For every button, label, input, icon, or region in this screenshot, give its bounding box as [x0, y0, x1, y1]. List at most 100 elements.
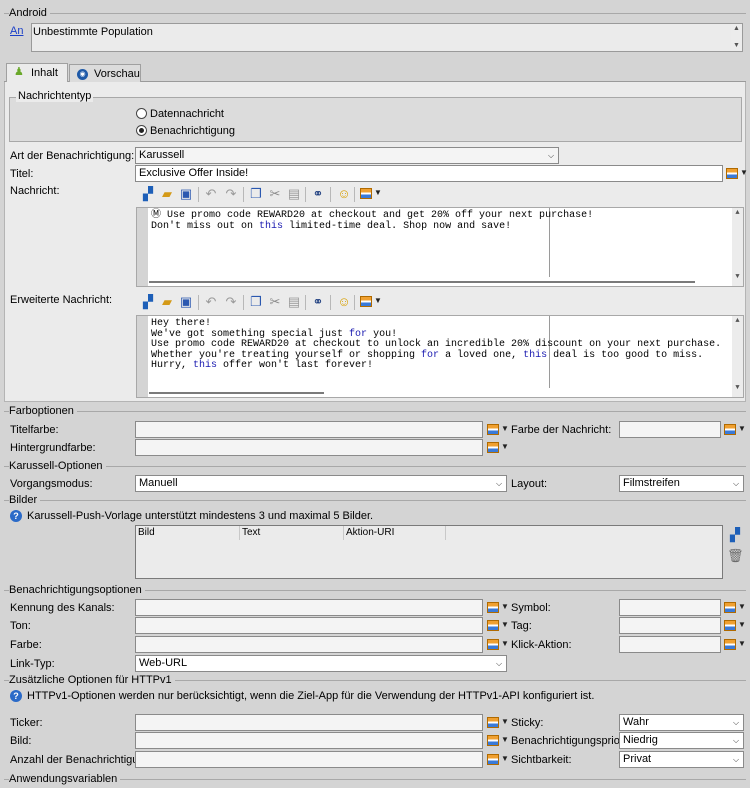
hintergrund-input[interactable] [135, 439, 483, 456]
redo-icon[interactable]: ↷ [223, 186, 239, 202]
klick-input[interactable] [619, 636, 721, 653]
prio-select[interactable]: Niedrig ⌵ [619, 732, 744, 749]
personalize-icon [724, 620, 736, 631]
farbe-input[interactable] [135, 636, 483, 653]
bild-personalize-button[interactable]: ▼ [487, 733, 509, 749]
linktyp-select[interactable]: Web-URL ⌵ [135, 655, 507, 672]
emoji-icon[interactable]: ☺ [336, 294, 352, 310]
bilder-table[interactable]: Bild Text Aktion-URI [135, 525, 723, 579]
open-folder-icon[interactable]: ▰ [159, 294, 175, 310]
cut-icon[interactable]: ✂ [267, 186, 283, 202]
personalize-icon [487, 639, 499, 650]
symbol-input[interactable] [619, 599, 721, 616]
erweitert-toolbar: ▞ ▰ ▣ ↶ ↷ ❐ ✂ ▤ ⚭ ☺ ▼ [140, 294, 400, 314]
undo-icon[interactable]: ↶ [203, 186, 219, 202]
nachricht-personalize-button[interactable]: ▼ [360, 186, 382, 202]
kanal-personalize-button[interactable]: ▼ [487, 600, 509, 616]
cut-icon[interactable]: ✂ [267, 294, 283, 310]
save-icon[interactable]: ▣ [178, 186, 194, 202]
tag-personalize-button[interactable]: ▼ [724, 618, 746, 634]
redo-icon[interactable]: ↷ [223, 294, 239, 310]
paste-icon[interactable]: ▤ [286, 294, 302, 310]
scroll-down-icon[interactable]: ▼ [732, 272, 743, 282]
paste-icon[interactable]: ▤ [286, 186, 302, 202]
farbe-label: Farbe: [10, 639, 42, 651]
dropdown-arrow-icon: ▼ [501, 639, 509, 648]
emoji-icon[interactable]: ☺ [336, 186, 352, 202]
tag-input[interactable] [619, 617, 721, 634]
benachrichtigungsoptionen-title: Benachrichtigungsoptionen [9, 584, 145, 596]
kanal-label: Kennung des Kanals: [10, 602, 115, 614]
ton-input[interactable] [135, 617, 483, 634]
titel-personalize-button[interactable]: ▼ [726, 166, 748, 182]
erweitert-line-1: Hey there! [151, 318, 212, 329]
personalize-icon [487, 442, 499, 453]
art-select[interactable]: Karussell ⌵ [135, 147, 559, 164]
farbe-nachricht-input[interactable] [619, 421, 721, 438]
sticky-value: Wahr [623, 716, 649, 728]
copy-icon[interactable]: ❐ [248, 186, 264, 202]
personalize-icon [487, 620, 499, 631]
bilder-title: Bilder [9, 494, 41, 506]
tab-vorschau[interactable]: ◉ Vorschau [69, 64, 141, 83]
hintergrund-personalize-button[interactable]: ▼ [487, 440, 509, 456]
sticky-select[interactable]: Wahr ⌵ [619, 714, 744, 731]
erweitert-scrollbar[interactable]: ▲ ▼ [732, 316, 743, 397]
column-header-aktion-uri[interactable]: Aktion-URI [344, 526, 446, 540]
trash-icon[interactable]: 🗑 [727, 548, 744, 564]
titel-input[interactable]: Exclusive Offer Inside! [135, 165, 723, 182]
save-icon[interactable]: ▣ [178, 294, 194, 310]
scroll-up-icon[interactable]: ▲ [732, 208, 743, 218]
dropdown-arrow-icon: ▼ [501, 602, 509, 611]
scroll-up-icon[interactable]: ▲ [731, 24, 742, 34]
tab-inhalt[interactable]: ♟ Inhalt [6, 63, 68, 82]
vorgang-select[interactable]: Manuell ⌵ [135, 475, 507, 492]
linktyp-label: Link-Typ: [10, 658, 55, 670]
scroll-down-icon[interactable]: ▼ [732, 383, 743, 393]
ticker-personalize-button[interactable]: ▼ [487, 715, 509, 731]
klick-personalize-button[interactable]: ▼ [724, 637, 746, 653]
erweitert-editor[interactable]: Hey there! We've got something special ju… [136, 315, 744, 398]
anzahl-input[interactable] [135, 751, 483, 768]
kanal-input[interactable] [135, 599, 483, 616]
nachricht-scrollbar[interactable]: ▲ ▼ [732, 208, 743, 286]
population-text: Unbestimmte Population [33, 26, 153, 38]
population-scrollbar[interactable]: ▲ ▼ [731, 24, 742, 51]
nachricht-hscrollbar[interactable] [149, 281, 695, 283]
titelfarbe-personalize-button[interactable]: ▼ [487, 422, 509, 438]
layout-select[interactable]: Filmstreifen ⌵ [619, 475, 744, 492]
scroll-up-icon[interactable]: ▲ [732, 316, 743, 326]
layout-label: Layout: [511, 478, 548, 490]
ticker-input[interactable] [135, 714, 483, 731]
titelfarbe-input[interactable] [135, 421, 483, 438]
nachricht-editor[interactable]: Ⓜ Use promo code REWARD20 at checkout an… [136, 207, 744, 287]
anzahl-personalize-button[interactable]: ▼ [487, 752, 509, 768]
find-icon[interactable]: ⚭ [310, 294, 326, 310]
sicht-select[interactable]: Privat ⌵ [619, 751, 744, 768]
erweitert-personalize-button[interactable]: ▼ [360, 294, 382, 310]
ton-label: Ton: [10, 620, 31, 632]
population-field[interactable]: Unbestimmte Population ▲ ▼ [31, 23, 743, 52]
symbol-personalize-button[interactable]: ▼ [724, 600, 746, 616]
farbe-personalize-button[interactable]: ▼ [487, 637, 509, 653]
farbe-nachricht-personalize-button[interactable]: ▼ [724, 422, 746, 438]
erweitert-hscrollbar[interactable] [149, 392, 324, 394]
chevron-down-icon: ⌵ [732, 718, 740, 727]
column-header-text[interactable]: Text [240, 526, 344, 540]
radio-benachrichtigung[interactable] [136, 125, 147, 136]
target-link[interactable]: An [10, 25, 23, 37]
erweitert-line-5: Hurry, this offer won't last forever! [151, 360, 374, 371]
scroll-down-icon[interactable]: ▼ [731, 41, 742, 51]
column-header-bild[interactable]: Bild [136, 526, 240, 540]
find-icon[interactable]: ⚭ [310, 186, 326, 202]
bild-input[interactable] [135, 732, 483, 749]
open-folder-icon[interactable]: ▰ [159, 186, 175, 202]
copy-icon[interactable]: ❐ [248, 294, 264, 310]
new-doc-icon[interactable]: ▞ [140, 186, 156, 202]
undo-icon[interactable]: ↶ [203, 294, 219, 310]
bilder-info-text: Karussell-Push-Vorlage unterstützt minde… [27, 510, 374, 522]
add-image-icon[interactable]: ▞ [727, 527, 743, 543]
ton-personalize-button[interactable]: ▼ [487, 618, 509, 634]
new-doc-icon[interactable]: ▞ [140, 294, 156, 310]
radio-datennachricht[interactable] [136, 108, 147, 119]
